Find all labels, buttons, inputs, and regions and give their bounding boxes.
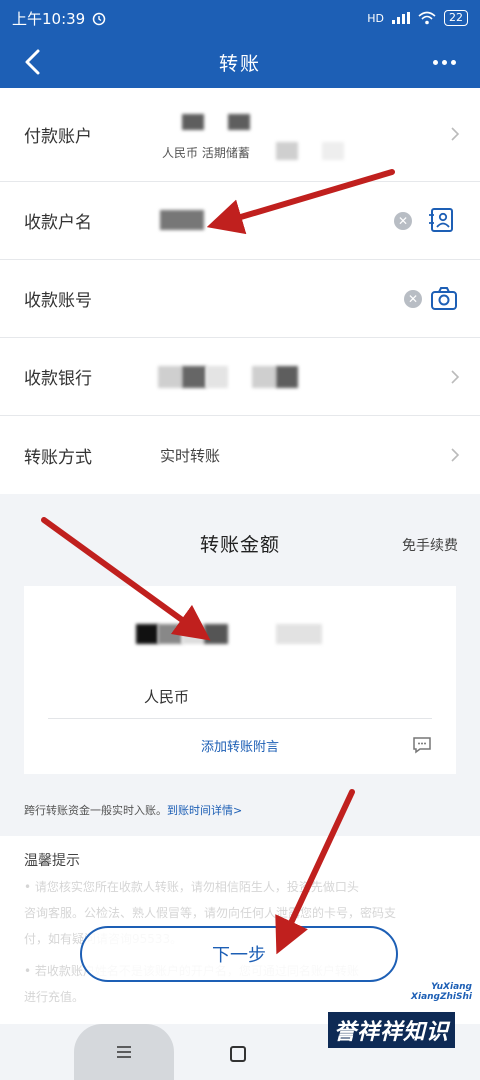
- add-memo-link[interactable]: 添加转账附言: [24, 736, 456, 755]
- more-icon[interactable]: [424, 48, 464, 76]
- nav-bar: 转账: [0, 36, 480, 88]
- chevron-right-icon: [451, 127, 460, 141]
- transfer-method-value: 实时转账: [160, 446, 221, 465]
- payee-bank-row[interactable]: 收款银行: [0, 338, 480, 416]
- network-badge: HD: [367, 11, 384, 25]
- divider: [48, 718, 432, 719]
- amount-redacted-2: [158, 624, 182, 644]
- clear-icon[interactable]: ✕: [404, 290, 422, 308]
- payer-account-label: 付款账户: [24, 127, 92, 147]
- tips-line: 进行充值。: [24, 990, 85, 1004]
- amount-header: 转账金额 免手续费: [0, 494, 480, 582]
- tips-title: 温馨提示: [24, 853, 80, 869]
- watermark-text: 誉祥祥知识: [328, 1012, 456, 1048]
- watermark-logo: YuXiang XiangZhiShi 誉祥祥知识: [328, 982, 480, 1048]
- payee-bank-label: 收款银行: [24, 369, 92, 389]
- status-icons: HD 22: [367, 10, 468, 26]
- status-time-group: 上午10:39: [12, 8, 107, 29]
- status-bar: 上午10:39 HD 22: [0, 0, 480, 36]
- arrival-time-link[interactable]: 到账时间详情>: [167, 804, 242, 817]
- amount-redacted-4: [204, 624, 228, 644]
- arrival-notice-text: 跨行转账资金一般实时入账。: [24, 804, 167, 817]
- wifi-icon: [418, 11, 436, 25]
- app-header: 上午10:39 HD 22 转账: [0, 0, 480, 88]
- payee-account-row[interactable]: 收款账号 ✕: [0, 260, 480, 338]
- payer-account-row[interactable]: 付款账户 人民币 活期储蓄: [0, 88, 480, 182]
- status-time: 上午10:39: [12, 9, 86, 28]
- payer-account-redacted: [182, 114, 204, 130]
- payee-bank-redacted-4: [252, 366, 276, 388]
- payer-account-type: 人民币 活期储蓄: [162, 146, 250, 160]
- watermark-top: YuXiang XiangZhiShi: [411, 982, 472, 1002]
- arrival-notice: 跨行转账资金一般实时入账。到账时间详情>: [24, 802, 242, 818]
- payee-bank-redacted-2: [182, 366, 206, 388]
- payee-account-label: 收款账号: [24, 291, 92, 311]
- home-square-icon[interactable]: [230, 1046, 246, 1062]
- amount-redacted: [136, 624, 158, 644]
- menu-icon[interactable]: [74, 1024, 174, 1080]
- payer-account-redacted-2: [228, 114, 250, 130]
- battery-indicator: 22: [444, 10, 468, 26]
- payee-bank-redacted-5: [276, 366, 298, 388]
- transfer-method-label: 转账方式: [24, 447, 92, 468]
- amount-redacted-5: [276, 624, 322, 644]
- contacts-book-icon[interactable]: [428, 206, 456, 234]
- clear-icon[interactable]: ✕: [394, 212, 412, 230]
- payer-account-redacted-4: [322, 142, 344, 160]
- amount-input-card[interactable]: 人民币 添加转账附言: [24, 586, 456, 774]
- currency-label: 人民币: [144, 688, 190, 706]
- chevron-right-icon: [451, 448, 460, 462]
- tips-line: 咨询客服。公检法、熟人假冒等，请勿向任何人泄露您的卡号，密码支: [24, 906, 397, 920]
- transfer-method-row[interactable]: 转账方式 实时转账: [0, 416, 480, 494]
- signal-icon: [392, 12, 410, 24]
- payee-name-label: 收款户名: [24, 213, 92, 233]
- page-title: 转账: [218, 52, 261, 75]
- watermark-line1: YuXiang: [431, 982, 472, 992]
- next-step-button[interactable]: 下一步: [80, 926, 398, 982]
- camera-icon[interactable]: [430, 285, 458, 313]
- payee-bank-redacted-3: [206, 366, 228, 388]
- payee-bank-redacted: [158, 366, 182, 388]
- tips-line: • 请您核实您所在收款人转账，请勿相信陌生人，投资先做口头: [24, 880, 359, 894]
- alarm-icon: [92, 12, 106, 26]
- watermark-line2: XiangZhiShi: [411, 992, 472, 1002]
- transfer-form: 付款账户 人民币 活期储蓄 收款户名 ✕ 收款账号 ✕ 收款银行 转账方式 实时…: [0, 88, 480, 494]
- payee-name-redacted: [160, 210, 204, 230]
- amount-redacted-3: [182, 624, 204, 644]
- payee-name-row[interactable]: 收款户名 ✕: [0, 182, 480, 260]
- chevron-right-icon: [451, 370, 460, 384]
- payer-account-redacted-3: [276, 142, 298, 160]
- back-icon[interactable]: [18, 46, 50, 78]
- message-icon[interactable]: [412, 736, 432, 754]
- fee-note: 免手续费: [402, 538, 458, 554]
